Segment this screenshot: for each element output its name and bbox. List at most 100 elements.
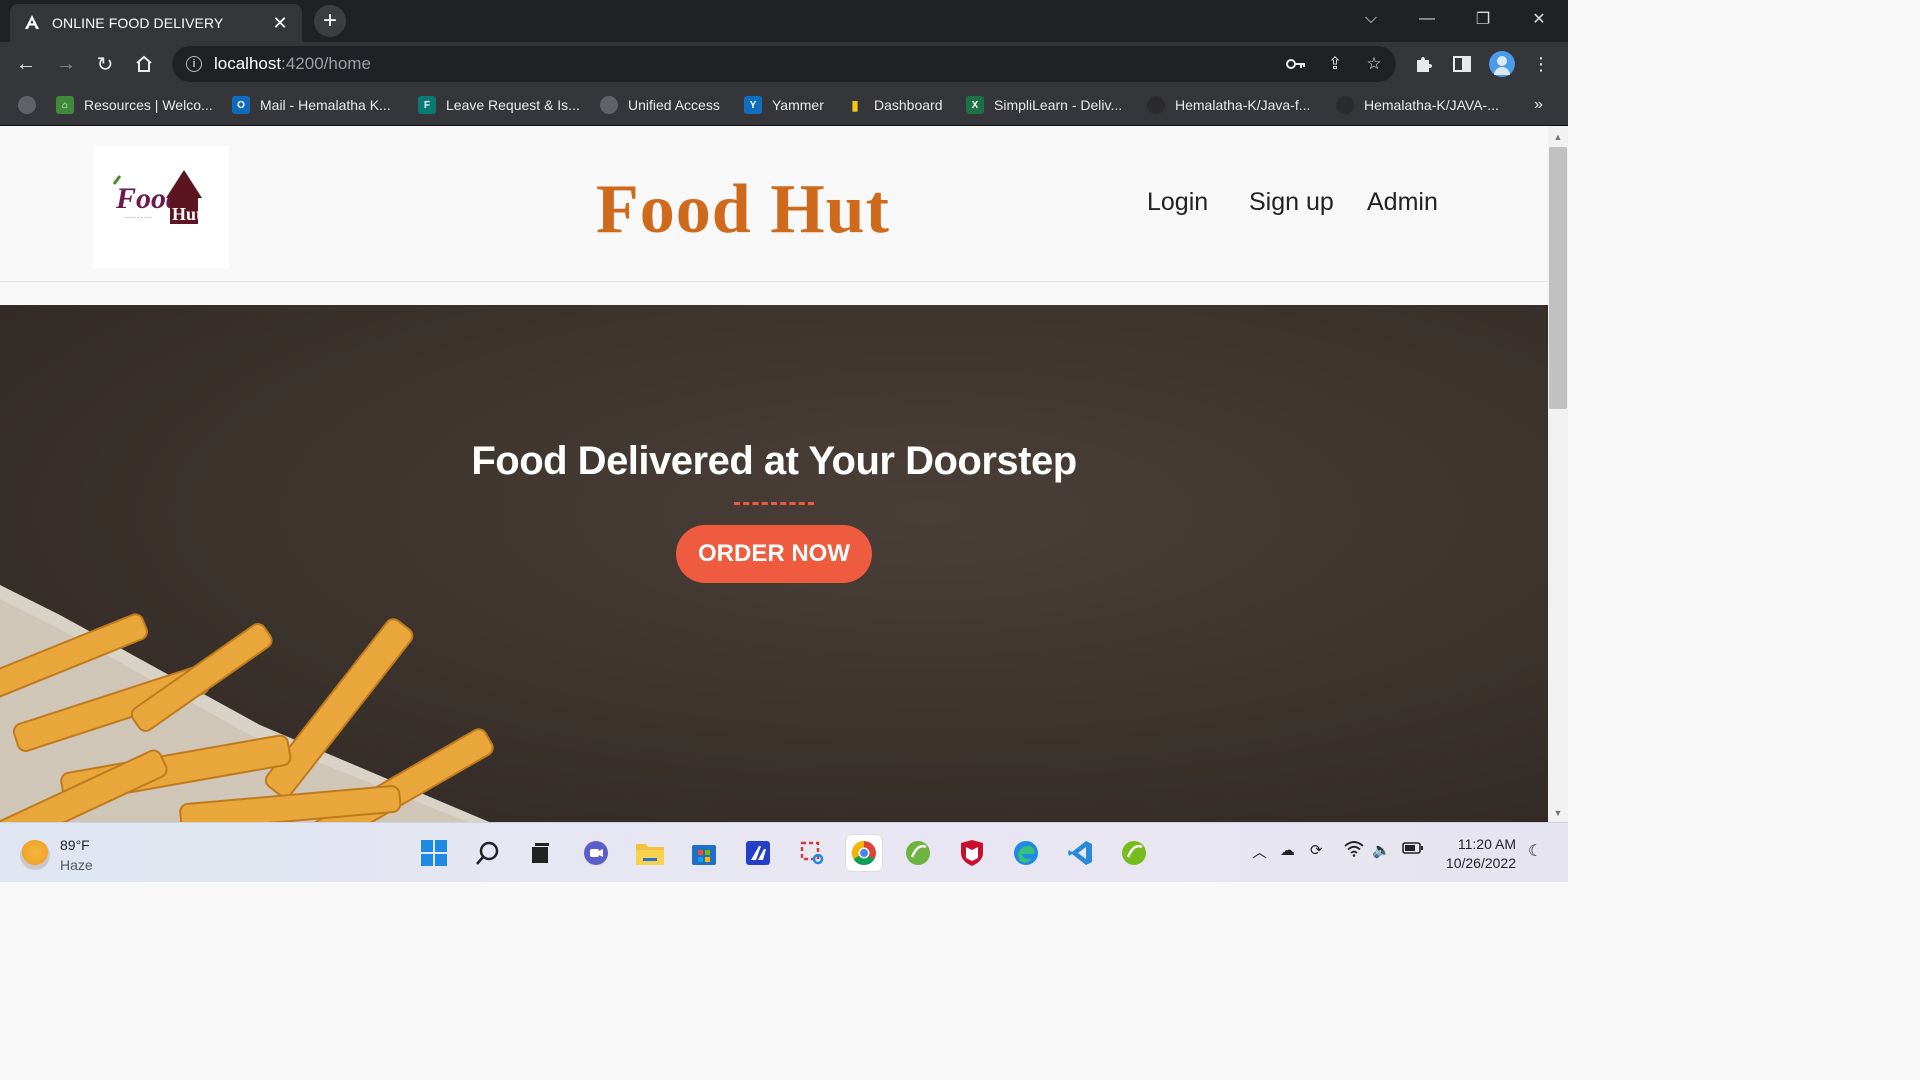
github-icon xyxy=(1147,96,1165,114)
bookmark-unified-access[interactable]: Unified Access xyxy=(600,94,720,116)
site-title: Food Hut xyxy=(596,171,890,248)
more-bookmarks-button[interactable]: » xyxy=(1534,94,1543,116)
close-tab-icon[interactable]: ✕ xyxy=(270,13,290,33)
outlook-icon: O xyxy=(232,96,250,114)
bookmark-mail[interactable]: O Mail - Hemalatha K... xyxy=(232,94,391,116)
browser-toolbar: ← → ↻ i localhost :4200/home ⇪ ☆ ⋮ xyxy=(0,42,1568,86)
svg-text:....................: .................... xyxy=(124,214,152,220)
weather-desc: Haze xyxy=(60,857,93,873)
tab-search-chevron-icon[interactable]: ⌵ xyxy=(1353,6,1389,32)
globe-icon xyxy=(600,96,618,114)
close-window-icon[interactable]: ✕ xyxy=(1521,6,1557,32)
bookmark-yammer[interactable]: Y Yammer xyxy=(744,94,824,116)
chrome-icon[interactable] xyxy=(846,835,882,871)
clock-time: 11:20 AM xyxy=(1457,836,1516,852)
hero-banner: Food Delivered at Your Doorstep ORDER NO… xyxy=(0,305,1548,822)
hero-divider xyxy=(734,502,814,505)
globe-icon xyxy=(18,96,36,114)
notification-moon-icon[interactable]: ☾ xyxy=(1528,841,1542,861)
yammer-icon: Y xyxy=(744,96,762,114)
bookmark-label: Hemalatha-K/Java-f... xyxy=(1175,97,1311,113)
bookmark-label: Dashboard xyxy=(874,97,943,113)
onedrive-cloud-icon[interactable]: ☁ xyxy=(1280,841,1295,859)
site-info-icon[interactable]: i xyxy=(186,56,202,72)
share-icon[interactable]: ⇪ xyxy=(1322,51,1348,77)
microsoft-store-icon[interactable] xyxy=(686,835,722,871)
scroll-up-icon[interactable]: ▲ xyxy=(1548,128,1568,146)
url-host: localhost xyxy=(214,54,282,73)
bookmark-label: Mail - Hemalatha K... xyxy=(260,97,391,113)
site-logo[interactable]: Food Hut .................... xyxy=(94,146,229,269)
browser-tab-strip: ONLINE FOOD DELIVERY ✕ + ⌵ — ❐ ✕ xyxy=(0,0,1568,42)
volume-icon[interactable]: 🔈 xyxy=(1372,841,1391,859)
bookmark-label: Resources | Welco... xyxy=(84,97,213,113)
powerbi-icon: ▮ xyxy=(851,96,859,113)
tab-title: ONLINE FOOD DELIVERY xyxy=(52,15,224,31)
bookmark-label: Unified Access xyxy=(628,97,720,113)
svg-text:Hut: Hut xyxy=(172,204,202,224)
spring-tool-alt-icon[interactable] xyxy=(1116,835,1152,871)
show-hidden-icons-chevron-icon[interactable]: ︿ xyxy=(1252,841,1267,862)
forward-icon[interactable]: → xyxy=(52,50,80,78)
start-windows-icon[interactable] xyxy=(416,835,452,871)
spring-tool-icon[interactable] xyxy=(900,835,936,871)
bookmark-leave-request[interactable]: F Leave Request & Is... xyxy=(418,94,580,116)
snipping-tool-icon[interactable] xyxy=(794,835,830,871)
admin-link[interactable]: Admin xyxy=(1367,188,1438,217)
weather-temp: 89°F xyxy=(60,837,90,853)
sync-icon[interactable]: ⟳ xyxy=(1310,841,1323,859)
apps-globe-icon[interactable] xyxy=(18,94,46,116)
search-icon[interactable] xyxy=(470,835,506,871)
address-bar[interactable]: i localhost :4200/home xyxy=(172,46,1396,82)
side-panel-icon[interactable] xyxy=(1448,50,1476,78)
restore-icon[interactable]: ❐ xyxy=(1465,6,1501,32)
github-icon xyxy=(1336,96,1354,114)
reload-icon[interactable]: ↻ xyxy=(91,50,119,78)
bookmark-github-java[interactable]: Hemalatha-K/Java-f... xyxy=(1147,94,1310,116)
scroll-down-icon[interactable]: ▼ xyxy=(1548,804,1568,822)
battery-icon[interactable] xyxy=(1402,841,1424,859)
bookmark-star-icon[interactable]: ☆ xyxy=(1361,51,1387,77)
system-clock[interactable]: 11:20 AM 10/26/2022 xyxy=(1440,835,1516,873)
bookmark-label: Leave Request & Is... xyxy=(446,97,580,113)
task-view-icon[interactable] xyxy=(522,835,558,871)
profile-avatar-icon[interactable] xyxy=(1489,51,1515,77)
windows-taskbar: 89°F Haze ︿ ☁ ⟳ 🔈 11:20 AM 10/26/2022 ☾ xyxy=(0,822,1568,882)
excel-icon: X xyxy=(966,96,984,114)
signup-link[interactable]: Sign up xyxy=(1249,188,1334,217)
scrollbar-thumb[interactable] xyxy=(1549,147,1567,409)
bookmark-simplilearn[interactable]: X SimpliLearn - Deliv... xyxy=(966,94,1122,116)
weather-widget[interactable]: 89°F Haze xyxy=(20,835,93,875)
extensions-puzzle-icon[interactable] xyxy=(1409,50,1437,78)
home-icon[interactable] xyxy=(130,50,158,78)
teams-chat-icon[interactable] xyxy=(578,835,614,871)
bookmarks-bar: ⌂ Resources | Welco... O Mail - Hemalatha … xyxy=(0,86,1568,126)
bookmark-label: Yammer xyxy=(772,97,824,113)
house-icon: ⌂ xyxy=(56,96,74,114)
order-now-button[interactable]: ORDER NOW xyxy=(676,525,872,583)
bookmark-resources[interactable]: ⌂ Resources | Welco... xyxy=(56,94,213,116)
url-path: :4200/home xyxy=(281,54,371,73)
forms-icon: F xyxy=(418,96,436,114)
back-icon[interactable]: ← xyxy=(12,50,40,78)
remote-app-icon[interactable] xyxy=(740,835,776,871)
new-tab-button[interactable]: + xyxy=(314,5,346,37)
key-icon[interactable] xyxy=(1283,51,1309,77)
bookmark-dashboard[interactable]: ▮ Dashboard xyxy=(846,94,943,116)
site-header: Food Hut .................... Food Hut L… xyxy=(0,126,1548,282)
minimize-icon[interactable]: — xyxy=(1409,6,1445,32)
browser-tab[interactable]: ONLINE FOOD DELIVERY ✕ xyxy=(10,4,302,42)
login-link[interactable]: Login xyxy=(1147,188,1208,217)
angular-favicon-icon xyxy=(22,13,42,33)
edge-icon[interactable] xyxy=(1008,835,1044,871)
file-explorer-icon[interactable] xyxy=(632,835,668,871)
vscode-icon[interactable] xyxy=(1062,835,1098,871)
fries-image xyxy=(0,585,494,822)
clock-date: 10/26/2022 xyxy=(1445,855,1516,871)
menu-kebab-icon[interactable]: ⋮ xyxy=(1527,50,1555,78)
hero-title: Food Delivered at Your Doorstep xyxy=(471,439,1077,483)
bookmark-label: SimpliLearn - Deliv... xyxy=(994,97,1123,113)
mcafee-shield-icon[interactable] xyxy=(954,835,990,871)
bookmark-github-java2[interactable]: Hemalatha-K/JAVA-... xyxy=(1336,94,1499,116)
wifi-icon[interactable] xyxy=(1344,841,1364,861)
